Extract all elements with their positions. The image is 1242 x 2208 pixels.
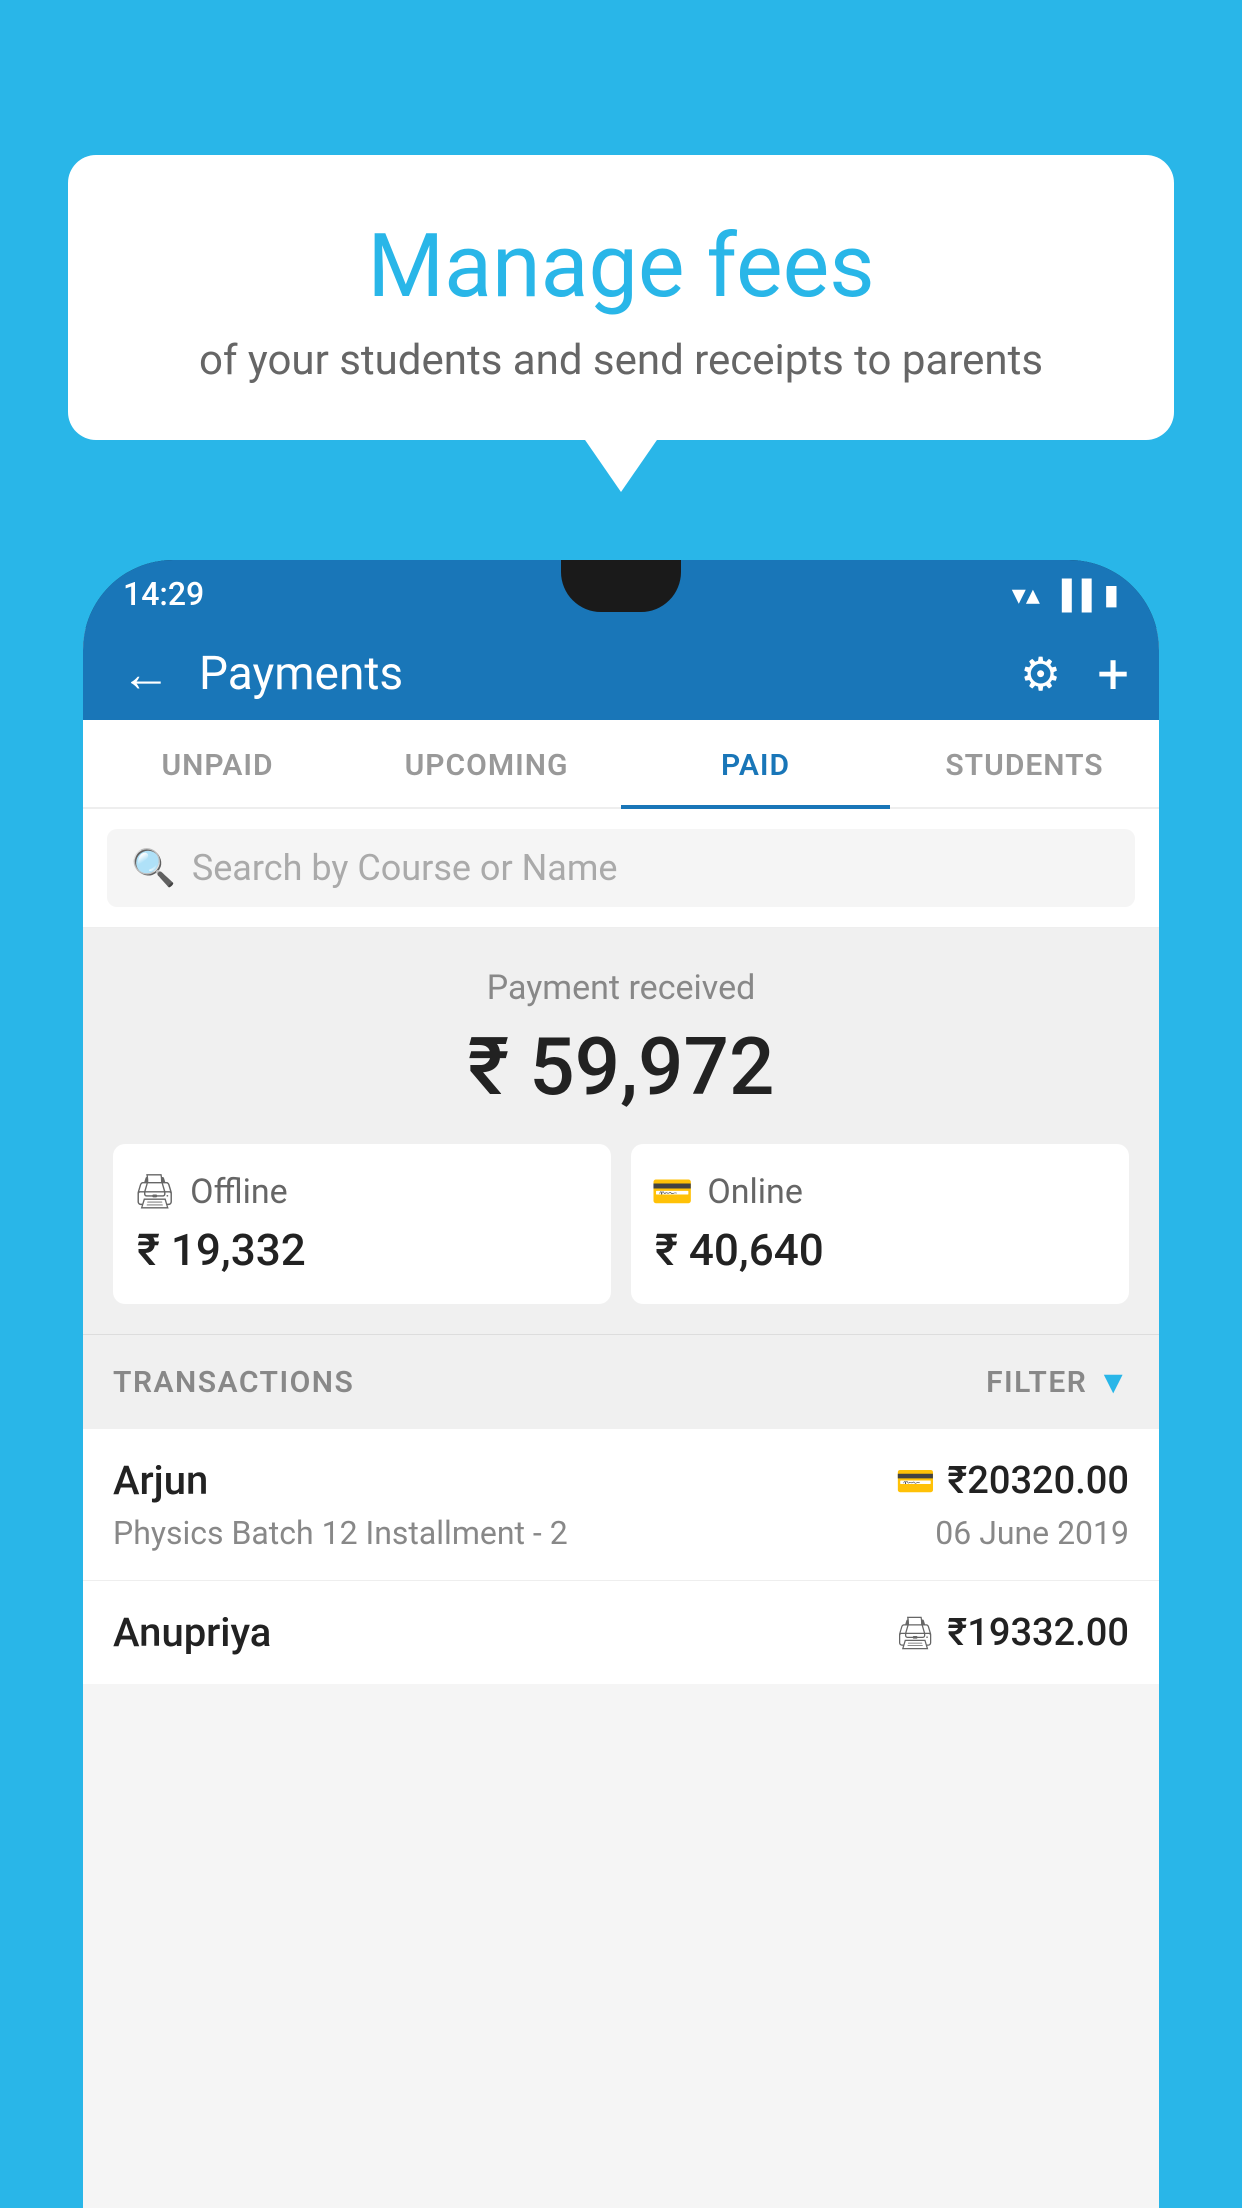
transactions-header: TRANSACTIONS FILTER ▼ [83,1334,1159,1429]
status-time: 14:29 [123,575,204,613]
payment-type-icon: 🖨 [895,1614,936,1652]
phone-frame: 14:29 ▾▴ ▐▐ ▮ ← Payments ⚙ + UNPAID UPCO… [83,560,1159,2208]
transaction-amount: ₹20320.00 [947,1459,1129,1503]
payment-cards: 🖨 Offline ₹ 19,332 💳 Online ₹ 40,640 [113,1144,1129,1304]
payment-total-amount: ₹ 59,972 [113,1020,1129,1114]
speech-bubble: Manage fees of your students and send re… [68,155,1174,440]
add-button[interactable]: + [1097,641,1129,707]
search-icon: 🔍 [131,847,176,889]
online-label: Online [707,1172,803,1212]
offline-icon: 🖨 [133,1172,176,1212]
offline-label: Offline [190,1172,287,1212]
filter-label: FILTER [986,1365,1087,1400]
filter-button[interactable]: FILTER ▼ [986,1363,1129,1401]
tab-upcoming[interactable]: UPCOMING [352,720,621,807]
search-input[interactable]: Search by Course or Name [192,847,618,889]
payment-summary: Payment received ₹ 59,972 🖨 Offline ₹ 19… [83,928,1159,1334]
header-title: Payments [199,647,1000,701]
offline-payment-card: 🖨 Offline ₹ 19,332 [113,1144,611,1304]
battery-icon: ▮ [1104,578,1119,611]
status-bar: 14:29 ▾▴ ▐▐ ▮ [83,560,1159,628]
search-container: 🔍 Search by Course or Name [83,809,1159,928]
app-header: ← Payments ⚙ + [83,628,1159,720]
transaction-row[interactable]: Anupriya 🖨 ₹19332.00 [83,1581,1159,1684]
tab-bar: UNPAID UPCOMING PAID STUDENTS [83,720,1159,809]
transaction-name: Arjun [113,1457,208,1504]
tab-students[interactable]: STUDENTS [890,720,1159,807]
status-icons: ▾▴ ▐▐ ▮ [1012,578,1119,611]
signal-icon: ▐▐ [1052,578,1092,611]
transactions-label: TRANSACTIONS [113,1365,354,1400]
transaction-date: 06 June 2019 [935,1514,1129,1552]
transaction-detail: Physics Batch 12 Installment - 2 [113,1514,568,1552]
phone-screen: ← Payments ⚙ + UNPAID UPCOMING PAID STUD… [83,628,1159,2208]
tab-paid[interactable]: PAID [621,720,890,807]
transaction-row[interactable]: Arjun 💳 ₹20320.00 Physics Batch 12 Insta… [83,1429,1159,1581]
tab-unpaid[interactable]: UNPAID [83,720,352,807]
transaction-amount: ₹19332.00 [947,1611,1129,1655]
search-box[interactable]: 🔍 Search by Course or Name [107,829,1135,907]
bubble-title: Manage fees [128,215,1114,318]
transaction-name: Anupriya [113,1609,271,1656]
online-icon: 💳 [651,1172,693,1212]
online-payment-card: 💳 Online ₹ 40,640 [631,1144,1129,1304]
back-button[interactable]: ← [113,637,179,712]
payment-type-icon: 💳 [896,1462,936,1500]
payment-received-label: Payment received [113,968,1129,1008]
phone-notch [561,560,681,612]
wifi-icon: ▾▴ [1012,578,1040,611]
bubble-subtitle: of your students and send receipts to pa… [128,336,1114,385]
filter-icon: ▼ [1097,1363,1129,1401]
online-amount: ₹ 40,640 [651,1224,1109,1276]
gear-button[interactable]: ⚙ [1020,647,1061,702]
offline-amount: ₹ 19,332 [133,1224,591,1276]
